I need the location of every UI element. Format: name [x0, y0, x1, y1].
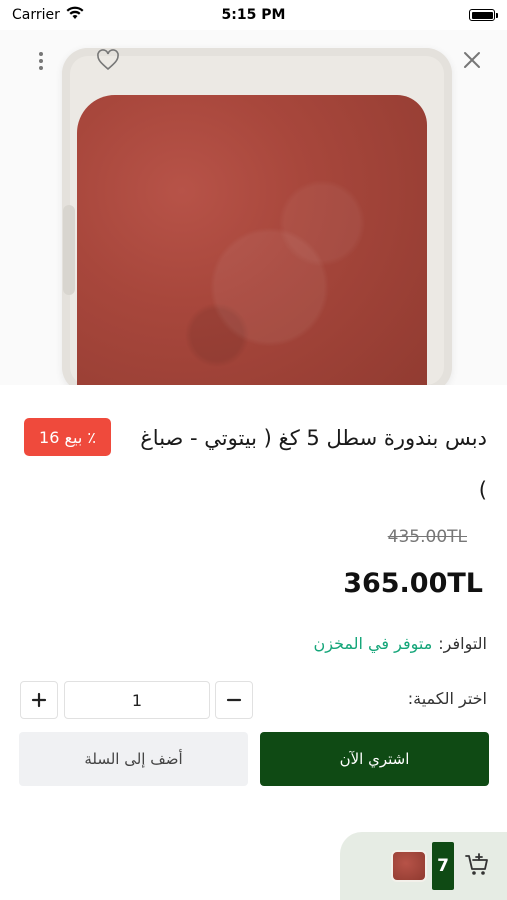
- add-to-cart-button[interactable]: أضف إلى السلة: [19, 732, 248, 786]
- mini-cart[interactable]: 7: [340, 832, 507, 900]
- close-button[interactable]: [456, 44, 488, 76]
- plus-icon: [31, 692, 47, 708]
- quantity-label: اختر الكمية:: [407, 689, 487, 708]
- quantity-input[interactable]: [64, 681, 210, 719]
- cart-add-icon: [465, 853, 488, 875]
- current-price: 365.00TL: [343, 568, 483, 599]
- product-image: [0, 30, 507, 385]
- sale-badge: بيع 16 ٪: [24, 418, 111, 456]
- availability-value: متوفر في المخزن: [313, 634, 433, 653]
- status-bar: Carrier 5:15 PM: [0, 0, 507, 30]
- old-price: 435.00TL: [387, 527, 467, 547]
- wifi-icon: [66, 6, 84, 24]
- quantity-row: اختر الكمية:: [0, 681, 507, 719]
- buy-now-label: اشتري الآن: [339, 750, 410, 768]
- favorite-button[interactable]: [92, 44, 124, 76]
- add-to-cart-label: أضف إلى السلة: [84, 750, 183, 768]
- more-vertical-icon: [39, 52, 43, 70]
- more-options-button[interactable]: [25, 45, 57, 77]
- buy-now-button[interactable]: اشتري الآن: [260, 732, 489, 786]
- paste-image: [63, 95, 427, 385]
- close-icon: [464, 52, 480, 68]
- quantity-minus-button[interactable]: [215, 681, 253, 719]
- minus-icon: [226, 698, 242, 702]
- cart-count-badge: 7: [432, 842, 454, 890]
- product-title: دبس بندورة سطل 5 كغ ( بيتوتي - صباغ ): [140, 426, 487, 502]
- status-left: Carrier: [12, 6, 84, 24]
- heart-icon: [97, 49, 119, 71]
- battery-icon: [469, 9, 498, 21]
- availability-label: التوافر:: [438, 634, 487, 653]
- mini-cart-thumbnail: [391, 850, 427, 882]
- quantity-plus-button[interactable]: [20, 681, 58, 719]
- carrier-label: Carrier: [12, 7, 60, 23]
- availability: التوافر: متوفر في المخزن: [313, 634, 487, 653]
